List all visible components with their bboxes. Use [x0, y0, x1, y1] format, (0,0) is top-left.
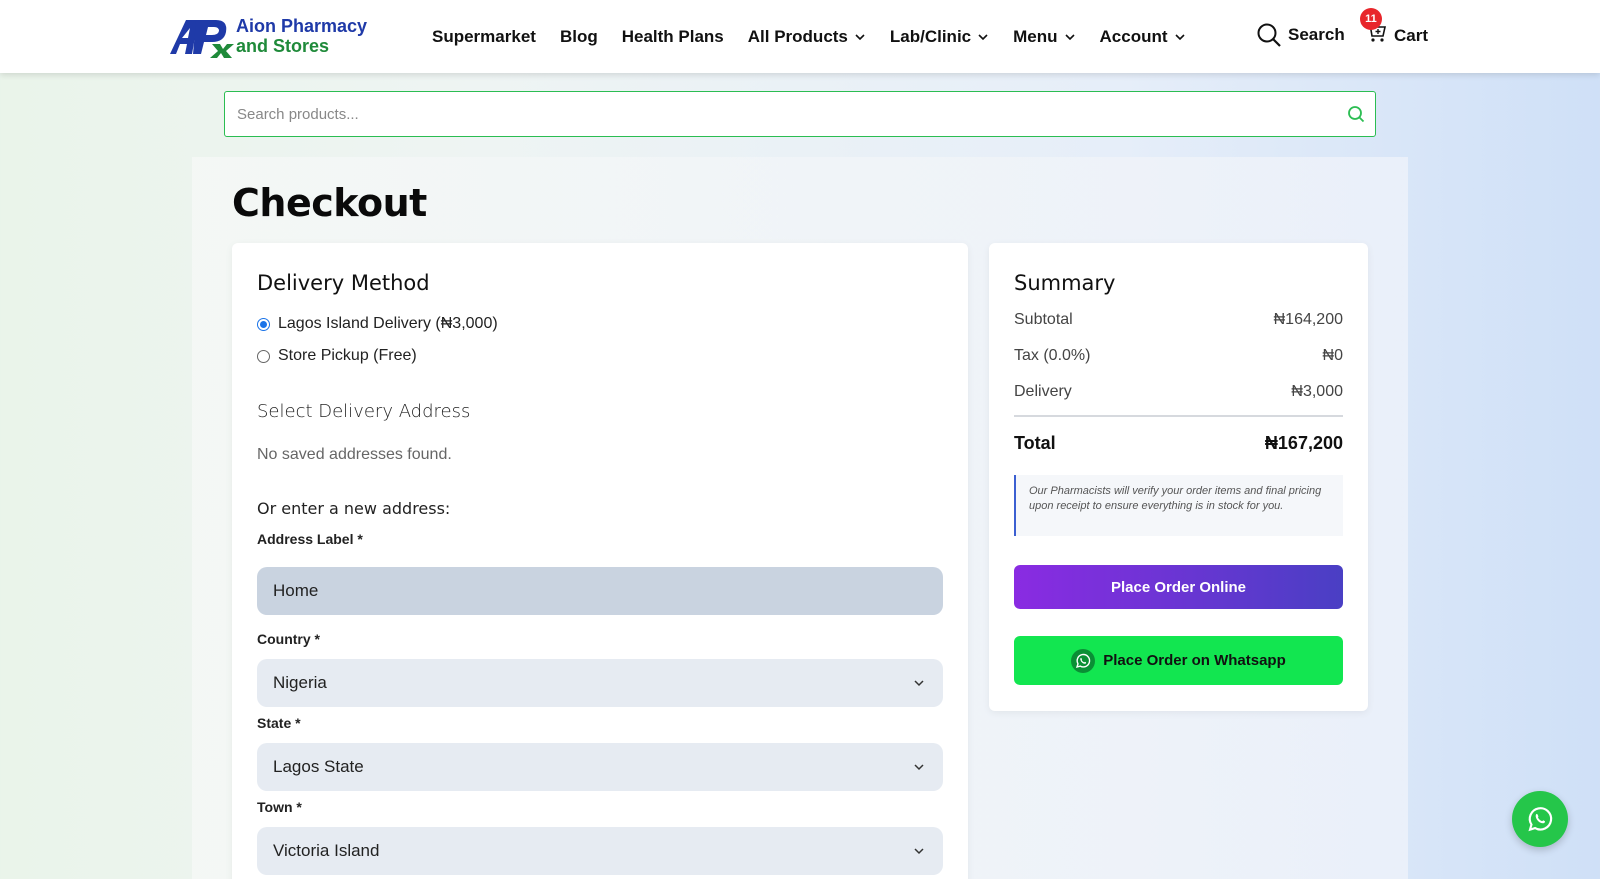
product-search-input[interactable] — [237, 105, 1317, 123]
address-label-input[interactable]: Home — [257, 567, 943, 615]
nav-label: All Products — [747, 26, 848, 46]
address-label-value: Home — [273, 581, 319, 600]
cart-label: Cart — [1394, 25, 1429, 45]
radio-unchecked[interactable] — [257, 349, 270, 363]
nav-item-blog[interactable]: Blog — [560, 27, 598, 47]
product-search-bar — [224, 91, 1376, 137]
no-addresses-text: No saved addresses found. — [257, 446, 452, 463]
logo-mark-icon — [168, 14, 234, 58]
chevron-down-icon — [914, 764, 924, 771]
place-order-whatsapp-label: Place Order on Whatsapp — [1103, 652, 1286, 669]
nav-label: Menu — [1013, 26, 1058, 46]
country-field-label: Country * — [257, 631, 320, 647]
pharmacist-note: Our Pharmacists will verify your order i… — [1014, 475, 1343, 536]
nav-item-account[interactable]: Account — [1100, 27, 1186, 47]
chevron-down-icon — [914, 848, 924, 855]
tax-value: ₦0 — [1322, 347, 1343, 364]
delivery-option-label: Lagos Island Delivery (₦3,000) — [278, 315, 498, 332]
nav-item-all-products[interactable]: All Products — [748, 27, 866, 47]
summary-total-row: Total ₦167,200 — [1014, 433, 1343, 454]
total-value: ₦167,200 — [1264, 433, 1343, 453]
place-order-online-label: Place Order Online — [1110, 578, 1247, 596]
checkout-main: Checkout Delivery Method Lagos Island De… — [192, 157, 1408, 879]
subtotal-label: Subtotal — [1014, 311, 1073, 328]
delivery-card: Delivery Method Lagos Island Delivery (₦… — [232, 243, 968, 879]
radio-checked[interactable] — [257, 317, 270, 331]
address-label-field-label: Address Label * — [257, 531, 363, 547]
state-select[interactable]: Lagos State — [257, 743, 943, 791]
town-value: Victoria Island — [273, 841, 380, 860]
nav-item-lab-clinic[interactable]: Lab/Clinic — [890, 27, 989, 47]
country-value: Nigeria — [273, 673, 327, 692]
subtotal-value: ₦164,200 — [1273, 311, 1343, 328]
cart-count-badge: 11 — [1360, 8, 1382, 30]
main-nav: Supermarket Blog Health Plans All Produc… — [432, 0, 1210, 73]
summary-divider — [1014, 415, 1343, 417]
chevron-down-icon — [1064, 33, 1075, 40]
country-select[interactable]: Nigeria — [257, 659, 943, 707]
cart-button[interactable]: 11 Cart — [1360, 8, 1429, 49]
nav-label: Blog — [559, 26, 598, 46]
town-select[interactable]: Victoria Island — [257, 827, 943, 875]
site-header: Aion Pharmacy and Stores Supermarket Blo… — [0, 0, 1600, 73]
delivery-method-heading: Delivery Method — [257, 271, 430, 295]
chevron-down-icon — [978, 33, 988, 40]
brand-logo[interactable]: Aion Pharmacy and Stores — [168, 14, 367, 58]
nav-item-health-plans[interactable]: Health Plans — [622, 27, 724, 47]
nav-item-menu[interactable]: Menu — [1013, 27, 1075, 47]
delivery-value: ₦3,000 — [1291, 383, 1343, 400]
state-value: Lagos State — [273, 757, 364, 776]
whatsapp-icon — [1528, 807, 1553, 832]
whatsapp-chat-button[interactable] — [1512, 791, 1568, 847]
brand-line-2: and Stores — [236, 36, 330, 56]
nav-label: Health Plans — [621, 26, 724, 46]
chevron-down-icon — [914, 680, 924, 687]
place-order-whatsapp-button[interactable]: Place Order on Whatsapp — [1014, 636, 1343, 685]
nav-label: Supermarket — [432, 26, 536, 46]
chevron-down-icon — [855, 33, 865, 40]
search-label: Search — [1288, 25, 1345, 44]
total-label: Total — [1014, 433, 1056, 453]
delivery-option-store-pickup[interactable]: Store Pickup (Free) — [257, 347, 417, 365]
nav-item-supermarket[interactable]: Supermarket — [432, 27, 536, 47]
delivery-option-label: Store Pickup (Free) — [278, 347, 417, 364]
summary-heading: Summary — [1014, 271, 1116, 295]
chevron-down-icon — [1174, 33, 1185, 40]
search-icon — [1257, 23, 1281, 47]
delivery-option-lagos-island[interactable]: Lagos Island Delivery (₦3,000) — [257, 315, 498, 333]
whatsapp-icon — [1071, 648, 1096, 673]
nav-label: Account — [1099, 26, 1168, 46]
summary-card: Summary Subtotal ₦164,200 Tax (0.0%) ₦0 … — [989, 243, 1368, 711]
select-address-heading: Select Delivery Address — [257, 401, 471, 422]
summary-subtotal-row: Subtotal ₦164,200 — [1014, 311, 1343, 329]
state-field-label: State * — [257, 715, 301, 731]
delivery-label: Delivery — [1014, 383, 1072, 400]
place-order-online-button[interactable]: Place Order Online — [1014, 565, 1343, 609]
brand-line-1: Aion Pharmacy — [236, 16, 368, 36]
page-title: Checkout — [232, 181, 427, 225]
header-search-button[interactable]: Search — [1256, 22, 1345, 48]
town-field-label: Town * — [257, 799, 302, 815]
new-address-label: Or enter a new address: — [257, 499, 451, 518]
summary-tax-row: Tax (0.0%) ₦0 — [1014, 347, 1343, 365]
nav-label: Lab/Clinic — [889, 26, 972, 46]
search-icon[interactable] — [1347, 105, 1365, 123]
summary-delivery-row: Delivery ₦3,000 — [1014, 383, 1343, 401]
tax-label: Tax (0.0%) — [1014, 347, 1091, 364]
